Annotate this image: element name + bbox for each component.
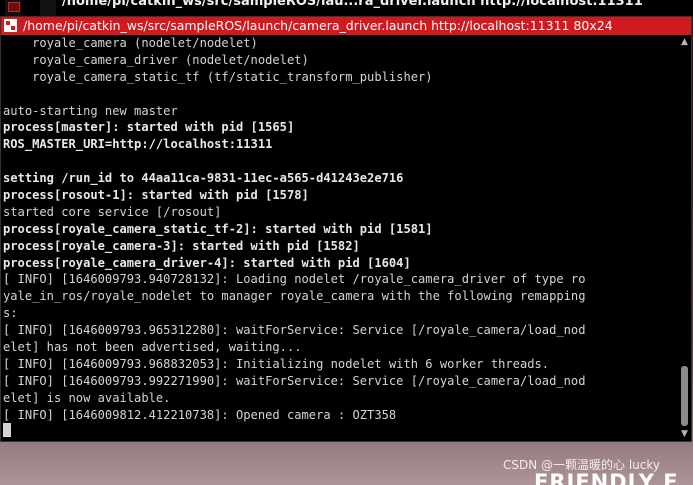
terminal-line: process[royale_camera_static_tf-2]: star…	[3, 221, 433, 236]
terminal-line: ROS_MASTER_URI=http://localhost:11311	[3, 137, 273, 152]
terminal-line: royale_camera_driver (nodelet/nodelet)	[3, 52, 309, 67]
terminal-line: auto-starting new master	[3, 103, 178, 118]
terminal-line: yale_in_ros/royale_nodelet to manager ro…	[3, 289, 586, 304]
terminal-output[interactable]: royale_camera (nodelet/nodelet) royale_c…	[3, 35, 678, 437]
terminal-line: process[master]: started with pid [1565]	[3, 120, 295, 135]
outer-window-button[interactable]	[40, 0, 56, 16]
terminal-window[interactable]: /home/pi/catkin_ws/src/sampleROS/launch/…	[0, 16, 692, 442]
terminal-line: process[royale_camera-3]: started with p…	[3, 238, 360, 253]
terminal-line: s:	[3, 306, 18, 321]
terminal-title: /home/pi/catkin_ws/src/sampleROS/launch/…	[23, 18, 613, 33]
outer-window-icon[interactable]	[5, 0, 21, 16]
terminal-cursor-line	[3, 423, 678, 437]
terminal-line: [ INFO] [1646009812.412210738]: Opened c…	[3, 407, 397, 422]
terminal-line: process[royale_camera_driver-4]: started…	[3, 255, 411, 270]
outer-window-title: /home/pi/catkin_ws/src/sampleROS/lau...r…	[62, 0, 643, 9]
terminal-line: started core service [/rosout]	[3, 204, 222, 219]
terminal-line: [ INFO] [1646009793.940728132]: Loading …	[3, 272, 586, 287]
terminal-line: elet] is now available.	[3, 390, 171, 405]
terminal-line: royale_camera_static_tf (tf/static_trans…	[3, 69, 433, 84]
terminal-cursor	[3, 423, 11, 437]
terminal-line: elet] has not been advertised, waiting..…	[3, 340, 302, 355]
terminal-line: [ INFO] [1646009793.965312280]: waitForS…	[3, 323, 586, 338]
scroll-up-arrow-icon[interactable]: ▲	[679, 36, 690, 48]
scroll-down-arrow-icon[interactable]: ▼	[679, 428, 690, 440]
terminal-line: setting /run_id to 44aa11ca-9831-11ec-a5…	[3, 171, 404, 186]
terminal-line: royale_camera (nodelet/nodelet)	[3, 36, 258, 50]
desktop: /home/pi/catkin_ws/src/sampleROS/lau...r…	[0, 0, 693, 485]
terminal-line: [ INFO] [1646009793.992271990]: waitForS…	[3, 373, 586, 388]
scrollbar-thumb[interactable]	[681, 366, 688, 426]
friendly-watermark: FRIENDLY E	[534, 470, 679, 485]
terminal-scrollbar[interactable]: ▲ ▼	[679, 36, 690, 440]
terminal-titlebar[interactable]: /home/pi/catkin_ws/src/sampleROS/launch/…	[1, 17, 691, 35]
terminal-icon[interactable]	[4, 19, 17, 32]
terminal-line: [ INFO] [1646009793.968832053]: Initiali…	[3, 356, 550, 371]
terminal-line: process[rosout-1]: started with pid [157…	[3, 188, 309, 203]
